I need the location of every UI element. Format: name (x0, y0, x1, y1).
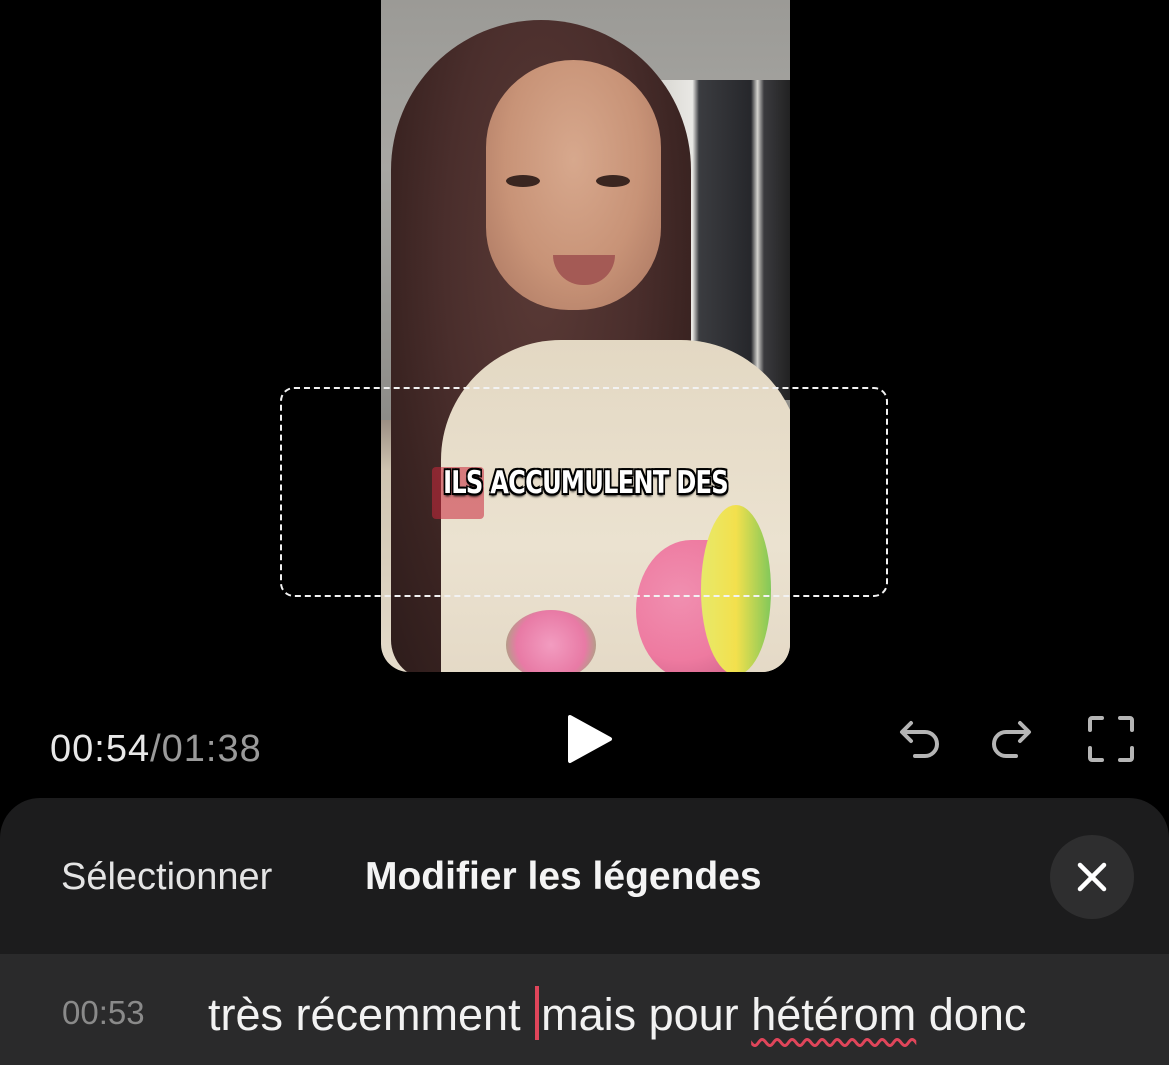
close-button[interactable] (1050, 835, 1134, 919)
caption-text-editor[interactable]: très récemment mais pour hétérom donc (208, 984, 1138, 1046)
sheet-header: Sélectionner Modifier les légendes (0, 798, 1169, 954)
redo-icon[interactable] (988, 714, 1038, 764)
captions-sheet: Sélectionner Modifier les légendes 00:53… (0, 798, 1169, 1065)
shirt-print-wing (506, 610, 596, 672)
caption-text-segment: très récemment (208, 989, 534, 1040)
caption-selection-box[interactable] (280, 387, 888, 597)
video-person-eye (596, 175, 630, 187)
caption-timestamp: 00:53 (62, 994, 145, 1031)
fullscreen-icon[interactable] (1086, 714, 1136, 764)
play-icon[interactable] (562, 712, 616, 766)
caption-row[interactable]: 00:53 très récemment mais pour hétérom d… (0, 954, 1169, 1065)
undo-icon[interactable] (893, 714, 943, 764)
caption-editor-screen: ILS ACCUMULENT DES 00:54/01:38 Sélection… (0, 0, 1169, 1065)
text-cursor (535, 986, 540, 1040)
total-time: 01:38 (161, 728, 262, 770)
misspelled-word[interactable]: hétérom (751, 989, 916, 1040)
timecode: 00:54/01:38 (50, 728, 262, 771)
sheet-title: Modifier les légendes (365, 855, 762, 898)
video-person-eye (506, 175, 540, 187)
close-icon (1077, 862, 1107, 892)
current-time: 00:54 (50, 728, 151, 770)
caption-text-segment: mais pour (541, 989, 752, 1040)
time-separator: / (150, 728, 162, 770)
caption-text-segment: donc (916, 989, 1027, 1040)
select-button[interactable]: Sélectionner (61, 856, 272, 899)
